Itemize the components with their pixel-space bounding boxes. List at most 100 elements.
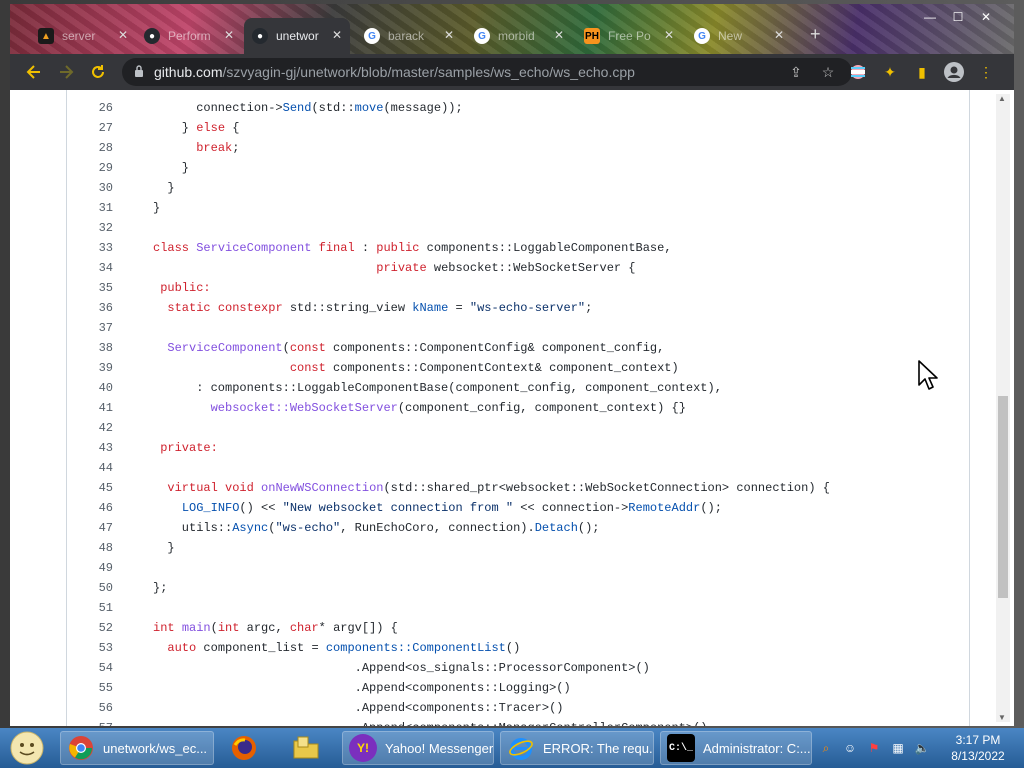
network-icon[interactable]: ▦ bbox=[890, 740, 906, 756]
side-panel-icon[interactable]: ▮ bbox=[912, 62, 932, 82]
code-text: .Append<components::ManagerControllerCom… bbox=[153, 718, 708, 726]
start-button[interactable] bbox=[6, 730, 48, 766]
line-number[interactable]: 31 bbox=[67, 198, 113, 218]
close-icon[interactable]: ✕ bbox=[774, 28, 784, 42]
tab-title: New bbox=[718, 29, 743, 43]
menu-kebab-icon[interactable]: ⋮ bbox=[976, 62, 996, 82]
code-text: .Append<os_signals::ProcessorComponent>(… bbox=[153, 661, 650, 675]
tab-unetwork[interactable]: ● unetwor ✕ bbox=[244, 18, 350, 54]
close-icon[interactable]: ✕ bbox=[554, 28, 564, 42]
line-number[interactable]: 54 bbox=[67, 658, 113, 678]
task-yahoo-messenger[interactable]: Y! Yahoo! Messenger bbox=[342, 731, 494, 765]
reload-button[interactable] bbox=[88, 62, 108, 82]
line-number[interactable]: 41 bbox=[67, 398, 113, 418]
clock-date: 8/13/2022 bbox=[951, 749, 1005, 763]
code-text: virtual void onNewWSConnection(std::shar… bbox=[167, 481, 830, 495]
vertical-scrollbar[interactable]: ▲ ▼ bbox=[996, 94, 1010, 722]
profile-avatar-icon[interactable] bbox=[944, 62, 964, 82]
close-icon[interactable]: ✕ bbox=[332, 28, 342, 42]
code-text: }; bbox=[153, 581, 168, 595]
line-number[interactable]: 35 bbox=[67, 278, 113, 298]
task-ie-error[interactable]: ERROR: The requ... bbox=[500, 731, 654, 765]
back-button[interactable] bbox=[24, 62, 44, 82]
task-firefox[interactable] bbox=[224, 731, 268, 765]
volume-icon[interactable]: 🔈 bbox=[914, 740, 930, 756]
line-number[interactable]: 48 bbox=[67, 538, 113, 558]
search-icon[interactable]: ⌕ bbox=[818, 740, 834, 756]
tab-perform[interactable]: ● Perform ✕ bbox=[136, 18, 242, 54]
security-alert-icon[interactable]: ⚑ bbox=[866, 740, 882, 756]
code-text: } bbox=[153, 541, 175, 555]
close-icon[interactable]: ✕ bbox=[224, 28, 234, 42]
close-icon[interactable]: ✕ bbox=[118, 28, 128, 42]
line-number[interactable]: 29 bbox=[67, 158, 113, 178]
line-number[interactable]: 32 bbox=[67, 218, 113, 238]
line-number[interactable]: 34 bbox=[67, 258, 113, 278]
line-number[interactable]: 33 bbox=[67, 238, 113, 258]
code-line: 40 : components::LoggableComponentBase(c… bbox=[67, 378, 967, 398]
clock[interactable]: 3:17 PM 8/13/2022 bbox=[938, 732, 1018, 764]
line-number[interactable]: 42 bbox=[67, 418, 113, 438]
line-number[interactable]: 43 bbox=[67, 438, 113, 458]
tab-title: morbid bbox=[498, 29, 535, 43]
taskbar: unetwork/ws_ec... Y! Yahoo! Messenger ER… bbox=[0, 728, 1024, 768]
url-host: github.com bbox=[154, 64, 223, 80]
close-window-button[interactable]: ✕ bbox=[972, 10, 1000, 24]
line-number[interactable]: 47 bbox=[67, 518, 113, 538]
line-number[interactable]: 57 bbox=[67, 718, 113, 726]
minimize-button[interactable]: — bbox=[916, 10, 944, 24]
line-number[interactable]: 37 bbox=[67, 318, 113, 338]
code-text: : components::LoggableComponentBase(comp… bbox=[153, 381, 722, 395]
extensions-puzzle-icon[interactable]: ✦ bbox=[880, 62, 900, 82]
address-bar[interactable]: github.com/szvyagin-gj/unetwork/blob/mas… bbox=[122, 58, 852, 86]
line-number[interactable]: 51 bbox=[67, 598, 113, 618]
tab-morbid[interactable]: G morbid ✕ bbox=[466, 18, 572, 54]
forward-button[interactable] bbox=[56, 62, 76, 82]
line-number[interactable]: 46 bbox=[67, 498, 113, 518]
scroll-down-icon[interactable]: ▼ bbox=[998, 713, 1006, 722]
line-number[interactable]: 40 bbox=[67, 378, 113, 398]
extension-flag-icon[interactable] bbox=[848, 62, 868, 82]
line-number[interactable]: 55 bbox=[67, 678, 113, 698]
line-number[interactable]: 30 bbox=[67, 178, 113, 198]
line-number[interactable]: 52 bbox=[67, 618, 113, 638]
tab-server[interactable]: ▲ server ✕ bbox=[30, 18, 136, 54]
share-icon[interactable]: ⇪ bbox=[786, 62, 806, 82]
line-number[interactable]: 36 bbox=[67, 298, 113, 318]
scrollbar-thumb[interactable] bbox=[998, 396, 1008, 598]
maximize-button[interactable]: ☐ bbox=[944, 10, 972, 24]
new-tab-button[interactable]: + bbox=[810, 24, 821, 45]
tab-free-po[interactable]: PH Free Po ✕ bbox=[576, 18, 682, 54]
task-folder[interactable] bbox=[286, 731, 330, 765]
code-line: 34 private websocket::WebSocketServer { bbox=[67, 258, 967, 278]
line-number[interactable]: 27 bbox=[67, 118, 113, 138]
line-number[interactable]: 49 bbox=[67, 558, 113, 578]
line-number[interactable]: 50 bbox=[67, 578, 113, 598]
code-line: 28 break; bbox=[67, 138, 967, 158]
scroll-up-icon[interactable]: ▲ bbox=[998, 94, 1006, 103]
task-label: Yahoo! Messenger bbox=[385, 740, 493, 756]
lock-icon bbox=[135, 65, 143, 77]
line-number[interactable]: 28 bbox=[67, 138, 113, 158]
line-number[interactable]: 26 bbox=[67, 98, 113, 118]
line-number[interactable]: 38 bbox=[67, 338, 113, 358]
line-number[interactable]: 53 bbox=[67, 638, 113, 658]
emoji-icon[interactable]: ☺ bbox=[842, 740, 858, 756]
line-number[interactable]: 45 bbox=[67, 478, 113, 498]
browser-window: ▲ server ✕ ● Perform ✕ ● unetwor ✕ G bar… bbox=[10, 4, 1014, 726]
tab-title: barack bbox=[388, 29, 425, 43]
bookmark-star-icon[interactable]: ☆ bbox=[818, 62, 838, 82]
close-icon[interactable]: ✕ bbox=[664, 28, 674, 42]
task-admin-cmd[interactable]: C:\_ Administrator: C:... bbox=[660, 731, 812, 765]
code-text: private websocket::WebSocketServer { bbox=[376, 261, 636, 275]
line-number[interactable]: 56 bbox=[67, 698, 113, 718]
code-line: 49 bbox=[67, 558, 967, 578]
tab-new[interactable]: G New ✕ bbox=[686, 18, 792, 54]
code-line: 53 auto component_list = components::Com… bbox=[67, 638, 967, 658]
line-number[interactable]: 39 bbox=[67, 358, 113, 378]
close-icon[interactable]: ✕ bbox=[444, 28, 454, 42]
line-number[interactable]: 44 bbox=[67, 458, 113, 478]
tab-barack[interactable]: G barack ✕ bbox=[356, 18, 462, 54]
task-chrome[interactable]: unetwork/ws_ec... bbox=[60, 731, 214, 765]
task-label: unetwork/ws_ec... bbox=[103, 740, 208, 756]
